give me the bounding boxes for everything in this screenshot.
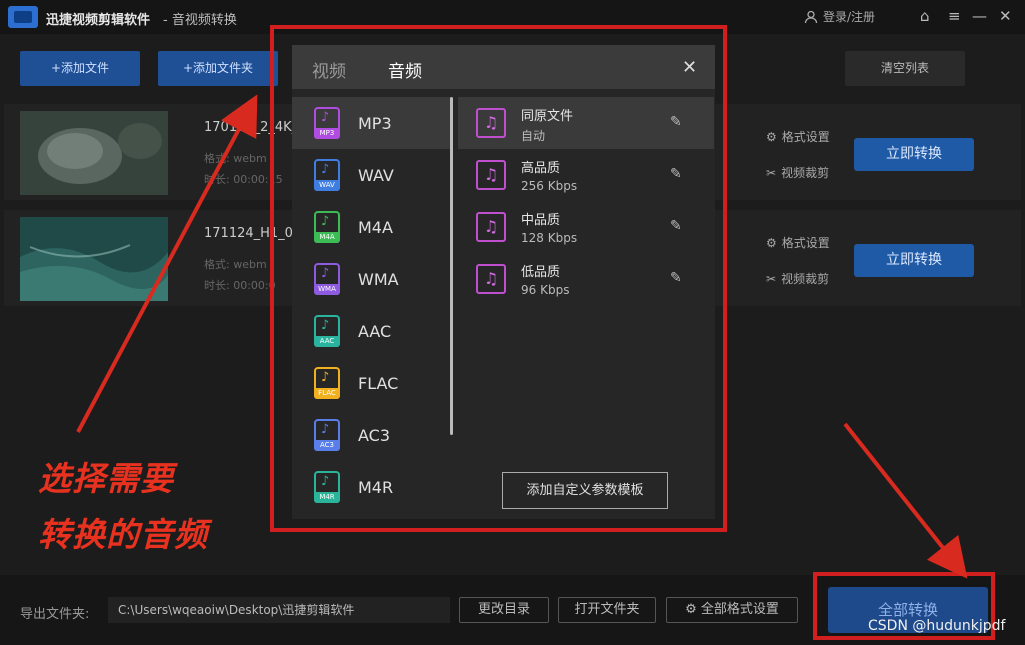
app-window: 迅捷视频剪辑软件 - 音视频转换 登录/注册 ⌂ ≡ — ✕ +添加文件 +添加… xyxy=(0,0,1025,645)
annotation-text-line2: 转换的音频 xyxy=(38,515,208,554)
csdn-watermark: CSDN @hudunkjpdf xyxy=(868,618,1006,634)
annotation-text-line1: 选择需要 xyxy=(38,459,174,498)
arrow-to-convert-all xyxy=(843,422,968,579)
arrow-to-dropdown xyxy=(76,94,258,433)
